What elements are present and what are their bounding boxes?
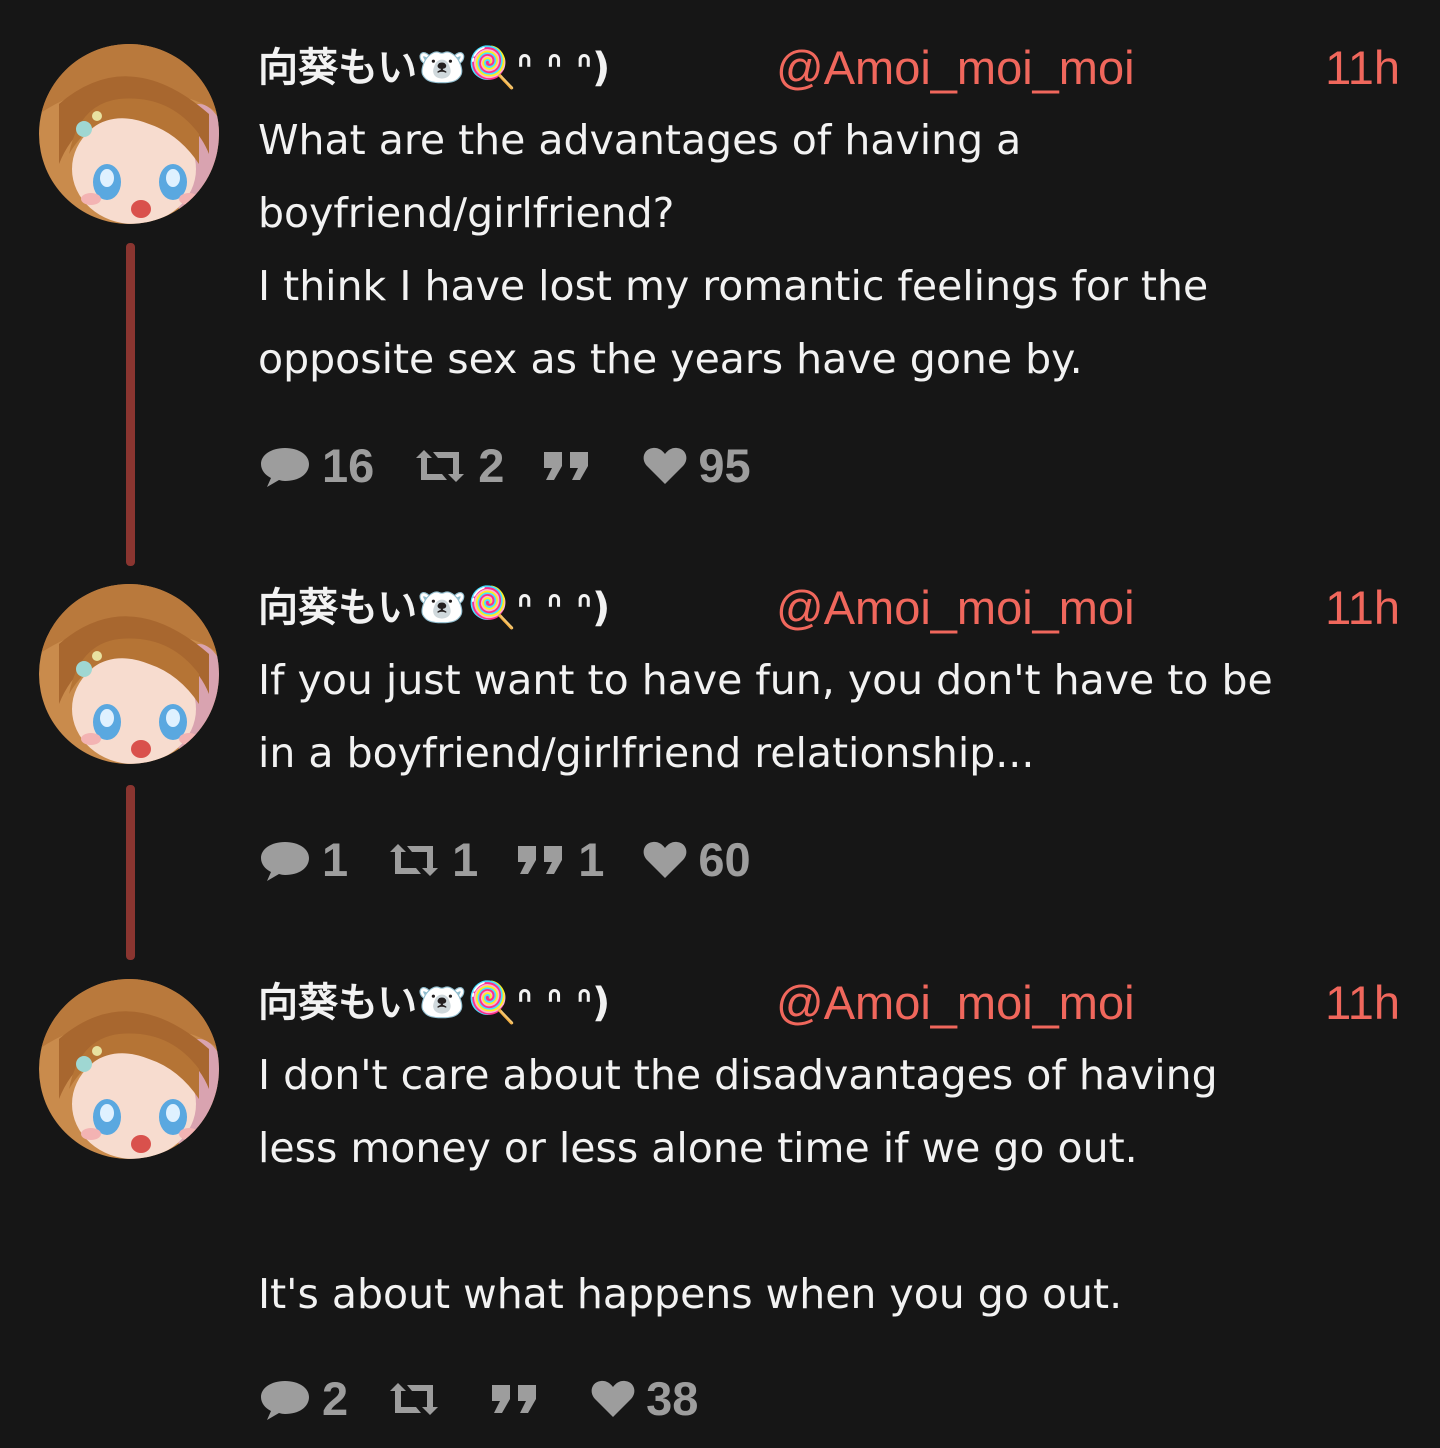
retweet-button[interactable]: 2 — [412, 436, 504, 496]
reply-button[interactable]: 16 — [258, 436, 374, 496]
tweet-header: 向葵もい🐻‍❄️🍭ᐢ ᐢ ᐢ) @Amoi_moi_moi 11h — [258, 975, 1408, 1035]
like-count: 95 — [698, 439, 751, 492]
reply-button[interactable]: 2 — [258, 1369, 348, 1429]
reply-count: 2 — [322, 1372, 349, 1425]
like-count: 60 — [698, 833, 751, 886]
user-handle[interactable]: @Amoi_moi_moi — [776, 975, 1135, 1031]
like-button[interactable]: 60 — [642, 830, 751, 890]
speech-bubble-icon — [261, 1381, 309, 1420]
like-count: 38 — [646, 1372, 699, 1425]
anime-girl-avatar-icon — [39, 584, 219, 764]
reply-button[interactable]: 1 — [258, 830, 348, 890]
reply-count: 16 — [322, 439, 375, 492]
quote-button[interactable] — [490, 1381, 552, 1417]
like-button[interactable]: 38 — [590, 1369, 698, 1429]
tweet[interactable]: 向葵もい🐻‍❄️🍭ᐢ ᐢ ᐢ) @Amoi_moi_moi 11h I don'… — [258, 975, 1408, 1435]
quote-marks-icon — [492, 1385, 537, 1413]
speech-bubble-icon — [261, 842, 309, 881]
timestamp[interactable]: 11h — [1325, 975, 1400, 1031]
anime-girl-avatar-icon — [39, 44, 219, 224]
tweet-header: 向葵もい🐻‍❄️🍭ᐢ ᐢ ᐢ) @Amoi_moi_moi 11h — [258, 580, 1408, 640]
tweet-text: If you just want to have fun, you don't … — [258, 656, 1273, 777]
quote-marks-icon — [518, 846, 563, 874]
retweet-count: 2 — [478, 439, 505, 492]
retweet-count: 1 — [452, 833, 479, 886]
quote-count: 1 — [578, 833, 605, 886]
retweet-button[interactable]: 1 — [386, 830, 478, 890]
quote-button[interactable] — [542, 448, 604, 484]
tweet-header: 向葵もい🐻‍❄️🍭ᐢ ᐢ ᐢ) @Amoi_moi_moi 11h — [258, 40, 1408, 100]
tweet-text: What are the advantages of having a boyf… — [258, 116, 1209, 383]
display-name[interactable]: 向葵もい🐻‍❄️🍭ᐢ ᐢ ᐢ) — [258, 580, 610, 636]
retweet-arrows-icon — [416, 450, 465, 482]
thread-connector-line — [126, 785, 135, 960]
avatar[interactable] — [39, 979, 219, 1159]
tweet-actions: 16 2 95 — [258, 436, 789, 496]
tweet-actions: 1 1 1 60 — [258, 830, 789, 890]
anime-girl-avatar-icon — [39, 979, 219, 1159]
tweet[interactable]: 向葵もい🐻‍❄️🍭ᐢ ᐢ ᐢ) @Amoi_moi_moi 11h What a… — [258, 40, 1408, 510]
tweet-actions: 2 38 — [258, 1369, 736, 1429]
retweet-arrows-icon — [390, 844, 439, 876]
retweet-button[interactable] — [386, 1379, 452, 1419]
retweet-arrows-icon — [390, 1383, 439, 1415]
thread-connector-line — [126, 243, 135, 566]
heart-icon — [644, 447, 687, 484]
tweet-text: I don't care about the disadvantages of … — [258, 1051, 1218, 1318]
display-name[interactable]: 向葵もい🐻‍❄️🍭ᐢ ᐢ ᐢ) — [258, 40, 610, 96]
heart-icon — [644, 841, 687, 878]
timestamp[interactable]: 11h — [1325, 580, 1400, 636]
speech-bubble-icon — [261, 448, 309, 487]
avatar[interactable] — [39, 44, 219, 224]
heart-icon — [591, 1380, 635, 1417]
reply-count: 1 — [322, 833, 349, 886]
user-handle[interactable]: @Amoi_moi_moi — [776, 40, 1135, 96]
avatar[interactable] — [39, 584, 219, 764]
display-name[interactable]: 向葵もい🐻‍❄️🍭ᐢ ᐢ ᐢ) — [258, 975, 610, 1031]
quote-marks-icon — [544, 452, 589, 480]
user-handle[interactable]: @Amoi_moi_moi — [776, 580, 1135, 636]
tweet[interactable]: 向葵もい🐻‍❄️🍭ᐢ ᐢ ᐢ) @Amoi_moi_moi 11h If you… — [258, 580, 1408, 910]
timestamp[interactable]: 11h — [1325, 40, 1400, 96]
quote-button[interactable]: 1 — [516, 830, 604, 890]
like-button[interactable]: 95 — [642, 436, 751, 496]
